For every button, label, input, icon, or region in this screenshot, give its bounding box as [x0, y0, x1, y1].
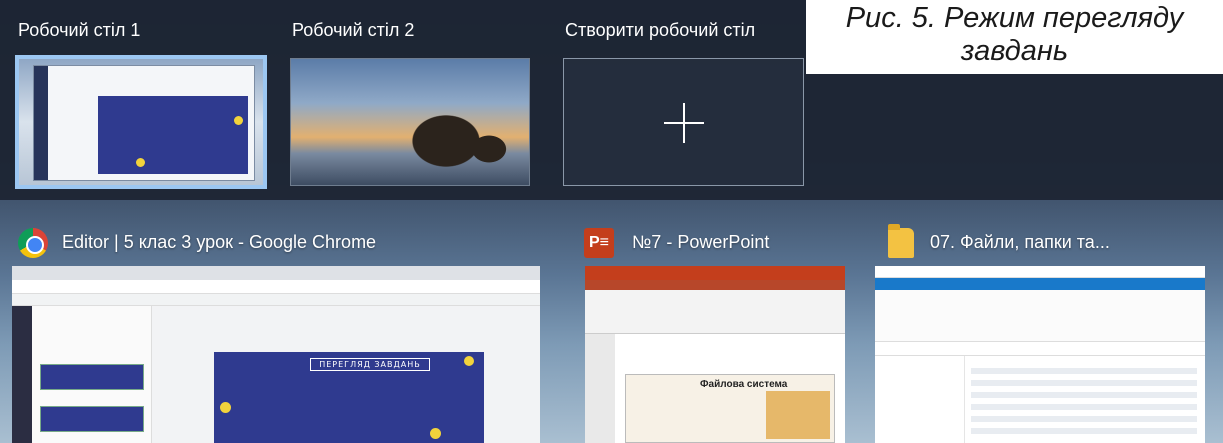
file-row	[971, 416, 1197, 422]
editor-canvas: ПЕРЕГЛЯД ЗАВДАНЬ	[152, 306, 540, 443]
new-desktop-label: Створити робочий стіл	[565, 20, 756, 40]
ppt-slide: Файлова система	[625, 374, 835, 443]
explorer-ribbon-tabs	[875, 278, 1205, 290]
ppt-ribbon-tools	[585, 290, 845, 334]
ppt-slide-textbox	[766, 391, 830, 439]
plus-icon-bar	[664, 122, 704, 124]
slide-banner: ПЕРЕГЛЯД ЗАВДАНЬ	[310, 358, 430, 371]
explorer-nav-pane	[875, 356, 965, 443]
chrome-icon	[18, 228, 48, 258]
caption-line-1: Рис. 5. Режим перегляду	[845, 2, 1184, 34]
slide-dot	[464, 356, 474, 366]
file-row	[971, 428, 1197, 434]
file-row	[971, 380, 1197, 386]
explorer-ribbon-tools	[875, 290, 1205, 342]
window-thumbnail-chrome[interactable]: ПЕРЕГЛЯД ЗАВДАНЬ	[12, 266, 540, 443]
desktop-2-label: Робочий стіл 2	[292, 20, 415, 40]
preview-dot	[234, 116, 243, 125]
desktop-1-window-preview	[33, 65, 255, 181]
editor-sidebar	[12, 306, 32, 443]
ppt-ribbon-tabs	[585, 280, 845, 290]
explorer-address-bar	[875, 342, 1205, 356]
page-thumbnail	[40, 406, 144, 432]
ppt-titlebar	[585, 266, 845, 280]
page-thumbnail	[40, 364, 144, 390]
pages-panel	[32, 306, 152, 443]
ppt-slides-panel	[585, 334, 615, 443]
desktop-2-thumbnail[interactable]	[290, 58, 530, 186]
slide-dot	[220, 402, 231, 413]
folder-icon	[888, 224, 914, 258]
ppt-slide-title: Файлова система	[700, 379, 788, 390]
file-row	[971, 404, 1197, 410]
preview-sidebar	[34, 66, 48, 180]
bookmarks-bar	[12, 294, 540, 306]
new-desktop-button[interactable]	[563, 58, 804, 186]
window-thumbnail-explorer[interactable]	[875, 266, 1205, 443]
powerpoint-icon: P≡	[584, 228, 614, 258]
slide-dot	[430, 428, 441, 439]
explorer-titlebar	[875, 266, 1205, 278]
window-thumbnail-powerpoint[interactable]: Файлова система	[585, 266, 845, 443]
address-bar	[12, 280, 540, 294]
window-title-chrome[interactable]: Editor | 5 клас 3 урок - Google Chrome	[62, 232, 376, 253]
file-row	[971, 392, 1197, 398]
editor-slide: ПЕРЕГЛЯД ЗАВДАНЬ	[214, 352, 484, 443]
window-title-powerpoint[interactable]: №7 - PowerPoint	[632, 232, 769, 253]
preview-slide	[98, 96, 248, 174]
desktop-1-thumbnail[interactable]	[15, 55, 267, 189]
window-title-explorer[interactable]: 07. Файли, папки та...	[930, 232, 1110, 253]
file-row	[971, 368, 1197, 374]
desktop-1-label: Робочий стіл 1	[18, 20, 141, 40]
caption-line-2: завдань	[960, 35, 1069, 67]
preview-dot	[136, 158, 145, 167]
figure-caption: Рис. 5. Режим перегляду завдань	[806, 0, 1223, 74]
browser-tabs	[12, 266, 540, 280]
